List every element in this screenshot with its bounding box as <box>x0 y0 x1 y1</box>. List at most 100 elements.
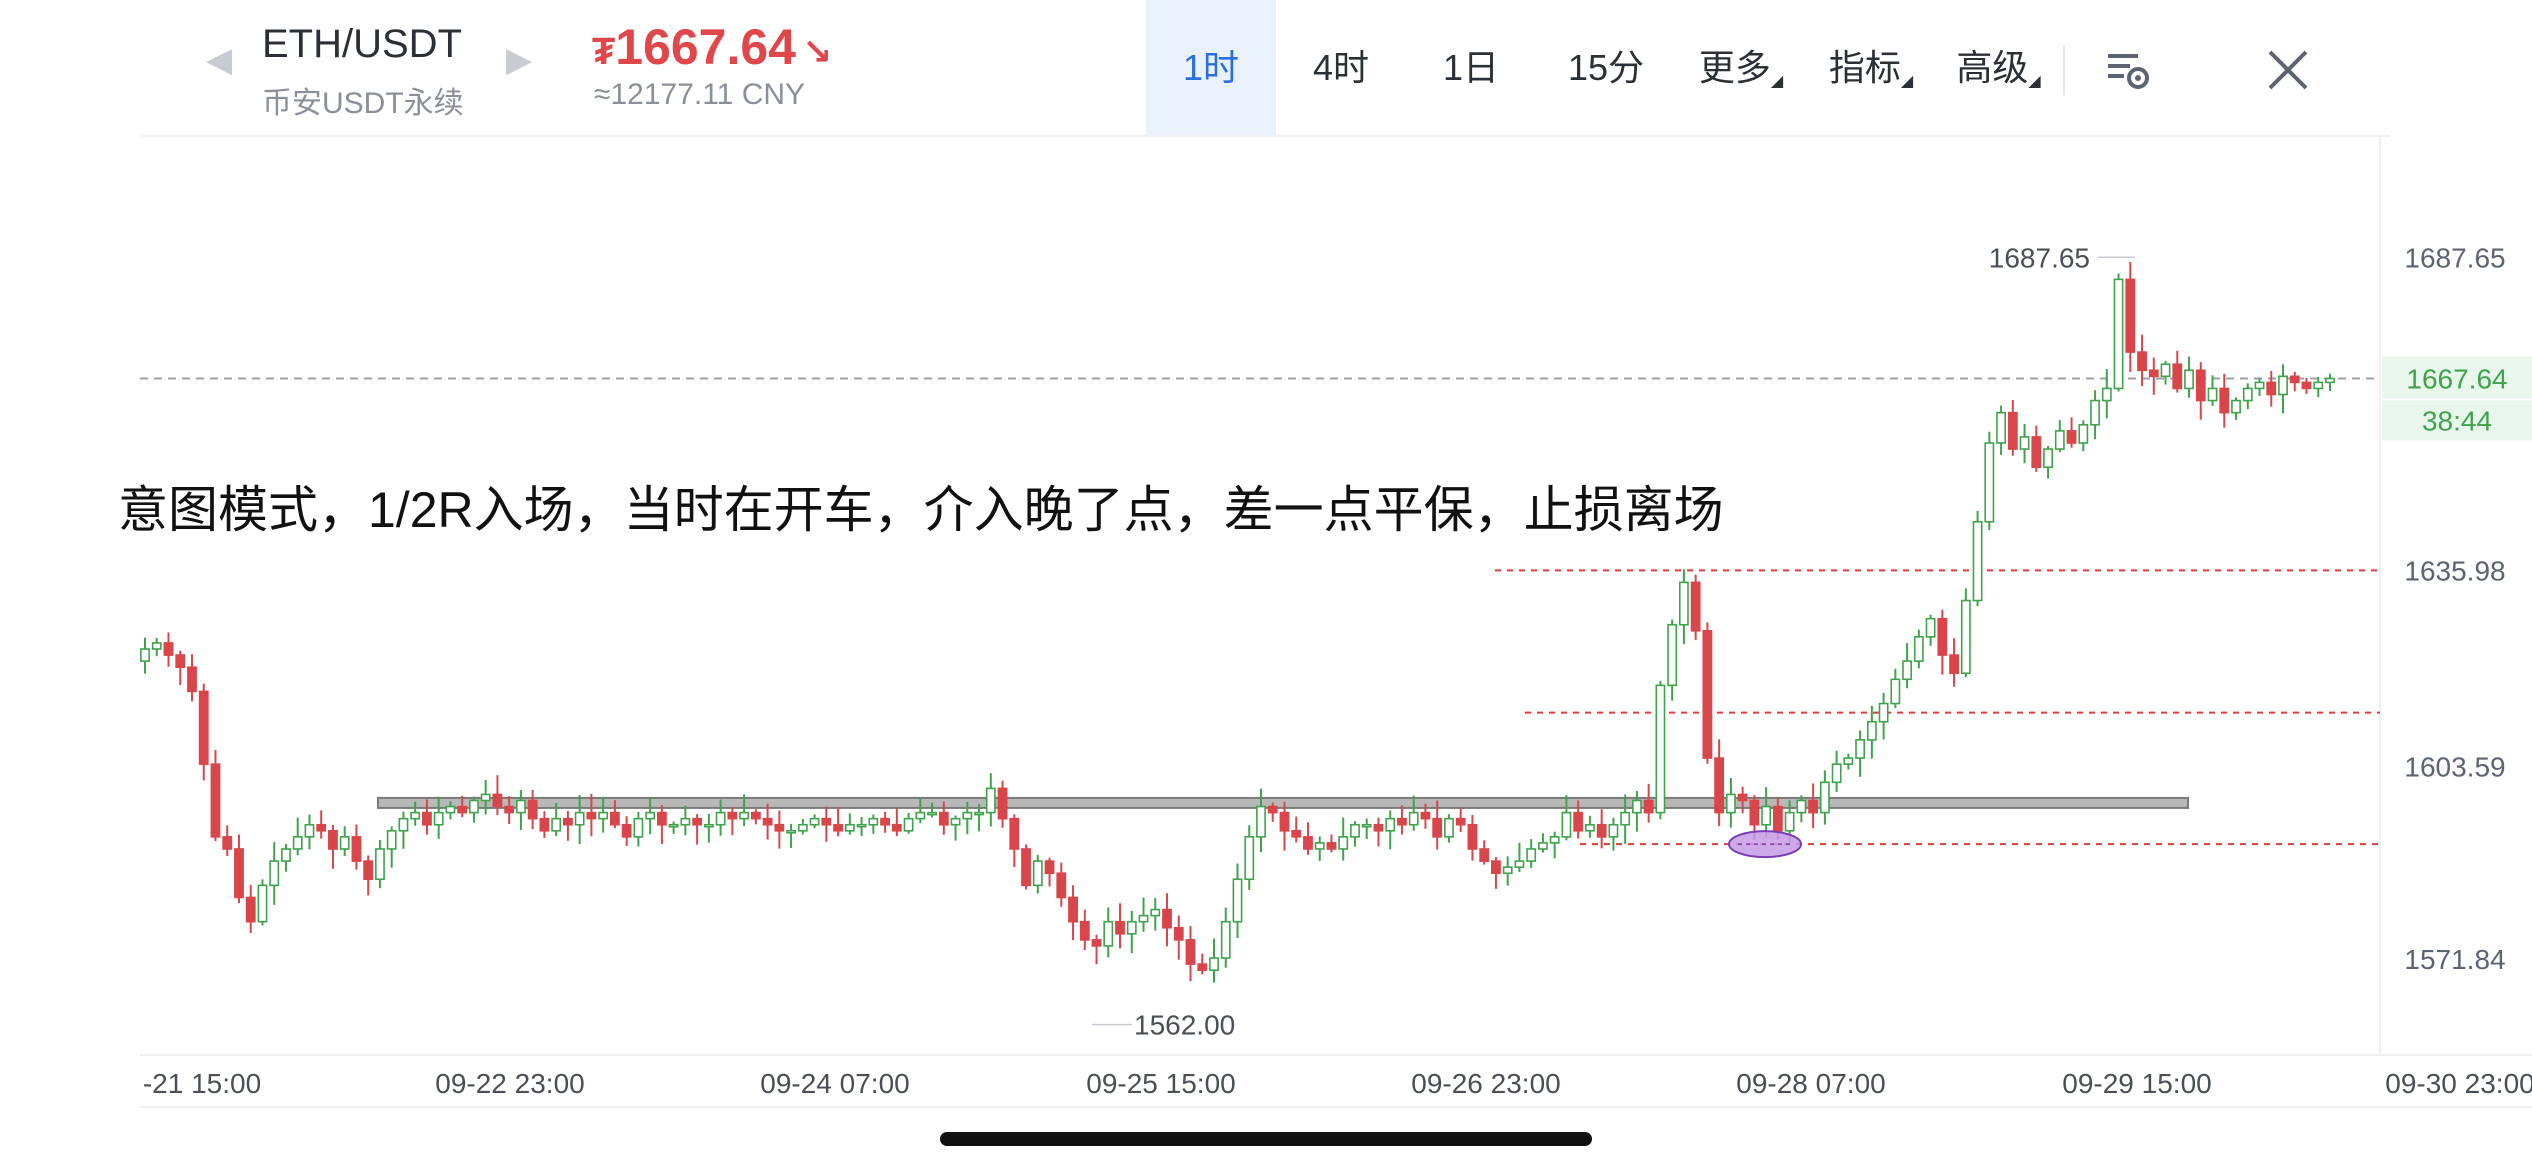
candle-body <box>328 829 338 850</box>
countdown-label: 38:44 <box>2422 406 2492 437</box>
x-tick-label: 09-30 23:00 <box>2385 1068 2532 1099</box>
candle-body <box>2090 399 2100 426</box>
candle-body <box>316 823 327 832</box>
candle-body <box>2207 387 2218 402</box>
candle-body <box>1303 836 1313 850</box>
candle-body <box>1432 817 1443 838</box>
candle-body <box>2266 381 2277 396</box>
x-tick-label: 09-24 07:00 <box>760 1068 909 1099</box>
candle-body <box>516 799 526 814</box>
candle-body <box>2054 430 2065 450</box>
candle-body <box>245 896 256 923</box>
candle-body <box>1420 811 1431 820</box>
candle-body <box>1491 860 1501 875</box>
candle-body <box>621 823 632 838</box>
candle-body <box>680 817 691 826</box>
candle-body <box>2125 278 2136 353</box>
candle-body <box>645 811 656 820</box>
candle-body <box>1855 739 1866 759</box>
candle-body <box>2031 436 2042 469</box>
candle-body <box>445 805 456 814</box>
candle-body <box>2066 430 2077 444</box>
candle-body <box>304 823 315 838</box>
candle-body <box>2289 375 2300 384</box>
candle-body <box>2219 387 2230 414</box>
low-label: 1562.00 <box>1134 1010 1235 1041</box>
candle-body <box>562 817 573 826</box>
candle-body <box>1819 781 1830 814</box>
candle-body <box>433 811 444 826</box>
candle-body <box>868 817 879 826</box>
candle-body <box>2242 387 2253 402</box>
candle-body <box>210 763 221 838</box>
candle-body <box>398 817 409 832</box>
candle-body <box>2148 369 2159 378</box>
candle-body <box>1256 805 1266 838</box>
candle-body <box>1021 848 1031 887</box>
candle-body <box>903 817 914 832</box>
candle-body <box>2172 363 2183 390</box>
candle-body <box>1267 805 1278 814</box>
candle-body <box>363 860 374 881</box>
candle-body <box>1972 520 1983 602</box>
y-tick-label: 1603.59 <box>2404 752 2505 783</box>
x-tick-label: 09-22 23:00 <box>435 1068 584 1099</box>
candle-body <box>844 823 855 832</box>
candle-body <box>339 836 350 850</box>
candle-body <box>1596 823 1607 838</box>
current-price-label: 1667.64 <box>2406 364 2507 395</box>
home-indicator[interactable] <box>940 1132 1592 1146</box>
x-tick-label: 09-26 23:00 <box>1411 1068 1560 1099</box>
candle-body <box>703 823 714 828</box>
candle-body <box>386 829 397 850</box>
candle-body <box>2019 436 2030 450</box>
candle-body <box>950 817 961 826</box>
candle-body <box>1009 817 1020 850</box>
candle-body <box>1373 823 1384 832</box>
x-tick-label: 09-29 15:00 <box>2062 1068 2211 1099</box>
candle-body <box>1291 829 1302 838</box>
candle-body <box>891 823 902 832</box>
candle-body <box>140 648 150 662</box>
candle-body <box>739 811 750 820</box>
candle-body <box>2278 375 2288 396</box>
candle-body <box>609 811 620 826</box>
candle-body <box>1549 836 1560 844</box>
candle-body <box>1103 920 1114 947</box>
candle-body <box>1397 817 1407 826</box>
candle-body <box>1455 817 1466 826</box>
candle-body <box>2137 351 2147 372</box>
candle-body <box>422 811 432 826</box>
candle-body <box>198 690 209 765</box>
candle-body <box>2160 363 2171 378</box>
candle-body <box>1655 684 1666 814</box>
candle-body <box>1561 811 1572 838</box>
candle-body <box>797 823 808 832</box>
candle-body <box>187 666 197 693</box>
candle-body <box>1725 793 1736 814</box>
candle-body <box>2325 377 2335 384</box>
candle-body <box>1878 702 1889 723</box>
candle-body <box>1585 823 1595 832</box>
candle-body <box>1150 908 1161 917</box>
candle-body <box>1244 836 1255 881</box>
candle-body <box>974 811 984 816</box>
candle-body <box>1984 442 1995 523</box>
candle-body <box>574 811 585 826</box>
candle-body <box>997 787 1008 820</box>
candle-body <box>1185 939 1196 965</box>
candle-body <box>1361 823 1372 828</box>
candle-body <box>1209 957 1219 971</box>
candle-body <box>1385 817 1396 832</box>
candle-body <box>1866 720 1877 741</box>
candlestick-chart[interactable]: 1687.65 1562.00 1687.65 1635.98 1603.59 1571.… <box>0 0 2532 1170</box>
candle-body <box>856 823 867 828</box>
candle-body <box>1197 963 1208 971</box>
candle-body <box>1620 811 1631 826</box>
candle-body <box>750 811 761 820</box>
candle-body <box>457 805 468 814</box>
candle-body <box>1350 823 1360 838</box>
candle-body <box>1032 860 1043 887</box>
candle-body <box>222 836 233 850</box>
x-tick-label: 09-25 15:00 <box>1086 1068 1235 1099</box>
